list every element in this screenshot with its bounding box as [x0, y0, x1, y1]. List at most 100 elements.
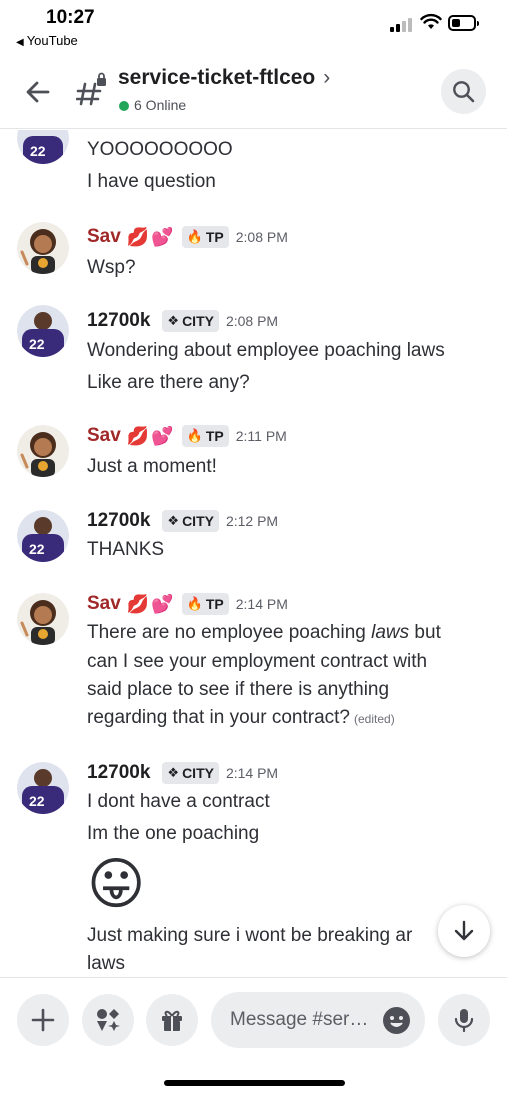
message-text: Just making sure i wont be breaking ar: [87, 925, 413, 946]
diamond-icon: ❖: [167, 765, 180, 780]
message-item: 22 12700k ❖ CITY 2:12 PM THANKS: [0, 508, 507, 578]
message-text: can I see your employment contract with: [87, 651, 428, 672]
message-item: 22 12700k ❖ CITY 2:14 PM I dont have a co…: [0, 760, 507, 976]
diamond-icon: ❖: [167, 313, 180, 328]
avatar[interactable]: [17, 425, 69, 477]
message-text: Wondering about employee poaching laws: [87, 340, 445, 361]
svg-text:22: 22: [29, 541, 45, 557]
search-button[interactable]: [441, 69, 486, 114]
message-header: Sav 💋 💕 🔥 TP 2:11 PM: [87, 425, 287, 447]
role-tag[interactable]: ❖ CITY: [162, 762, 219, 784]
message-header: Sav 💋 💕 🔥 TP 2:14 PM: [87, 593, 288, 615]
apps-icon: [97, 1009, 120, 1031]
svg-text:22: 22: [29, 793, 45, 809]
tag-label: CITY: [182, 313, 214, 329]
kiss-emoji: 💋: [126, 593, 150, 614]
message-text: I dont have a contract: [87, 791, 270, 812]
apps-button[interactable]: [82, 994, 134, 1046]
back-to-app-link[interactable]: ◀ YouTube: [16, 33, 78, 48]
message-item: Sav 💋 💕 🔥 TP 2:11 PM Just a moment!: [0, 423, 507, 493]
home-indicator[interactable]: [164, 1080, 345, 1086]
message-text: YOOOOOOOOO: [87, 139, 233, 160]
tag-label: CITY: [182, 765, 214, 781]
message-text: laws: [87, 953, 126, 974]
message-input[interactable]: [230, 1006, 380, 1034]
avatar[interactable]: 22: [17, 305, 69, 357]
timestamp: 2:14 PM: [225, 765, 279, 781]
battery-icon: [448, 15, 479, 31]
voice-message-button[interactable]: [438, 994, 490, 1046]
fire-icon: 🔥: [186, 229, 203, 244]
emoji-icon[interactable]: [383, 1007, 410, 1034]
author-name[interactable]: Sav: [87, 425, 121, 447]
diamond-icon: ❖: [167, 513, 180, 528]
author-name[interactable]: 12700k: [87, 762, 150, 784]
message-text: Wsp?: [87, 257, 136, 278]
message-item: 22 12700k ❖ CITY 2:08 PM Wondering about …: [0, 305, 507, 405]
online-text: 6 Online: [134, 97, 187, 113]
tag-label: TP: [205, 596, 224, 612]
hearts-emoji: 💕: [151, 226, 174, 247]
message-header: 12700k ❖ CITY 2:12 PM: [87, 510, 278, 532]
author-name[interactable]: Sav: [87, 593, 121, 615]
avatar[interactable]: [17, 593, 69, 645]
channel-title[interactable]: service-ticket-ftlceo ›: [118, 66, 330, 90]
back-arrow-icon[interactable]: [22, 76, 54, 108]
arrow-down-icon: [454, 920, 474, 941]
author-name[interactable]: 12700k: [87, 510, 150, 532]
online-dot-icon: [119, 101, 129, 111]
message-text: Just a moment!: [87, 456, 217, 477]
jump-to-latest-button[interactable]: [438, 905, 490, 957]
message-header: 12700k ❖ CITY 2:14 PM: [87, 762, 278, 784]
role-tag[interactable]: ❖ CITY: [162, 310, 219, 332]
svg-text:22: 22: [29, 336, 45, 352]
avatar[interactable]: 22: [17, 762, 69, 814]
composer-bar: [0, 977, 507, 1057]
timestamp: 2:12 PM: [225, 513, 279, 529]
attach-button[interactable]: [17, 994, 69, 1046]
edited-label: (edited): [354, 712, 395, 726]
message-text: said place to see if there is anything: [87, 679, 390, 700]
message-text: Like are there any?: [87, 372, 250, 393]
channel-name: service-ticket-ftlceo: [118, 66, 316, 89]
tag-label: CITY: [182, 513, 214, 529]
signal-icon: [390, 16, 414, 32]
message-list[interactable]: 22 YOOOOOOOOO I have question Sav 💋 💕 🔥 T…: [0, 130, 507, 976]
role-tag[interactable]: 🔥 TP: [181, 425, 229, 447]
timestamp: 2:11 PM: [235, 428, 287, 444]
kiss-emoji: 💋: [126, 226, 150, 247]
role-tag[interactable]: 🔥 TP: [181, 593, 229, 615]
role-tag[interactable]: ❖ CITY: [162, 510, 219, 532]
message-input-container[interactable]: [211, 992, 425, 1048]
channel-header: service-ticket-ftlceo › 6 Online: [0, 56, 507, 129]
timestamp: 2:08 PM: [235, 229, 288, 245]
gift-icon: [162, 1010, 182, 1031]
hash-lock-icon: [76, 72, 106, 106]
message-text: I have question: [87, 171, 216, 192]
message-text: regarding that in your contract? (edited): [87, 707, 395, 728]
fire-icon: 🔥: [186, 428, 203, 443]
message-text: THANKS: [87, 539, 165, 560]
gift-button[interactable]: [146, 994, 198, 1046]
search-icon: [453, 81, 475, 103]
plus-icon: [31, 1008, 55, 1032]
author-name[interactable]: 12700k: [87, 310, 150, 332]
role-tag[interactable]: 🔥 TP: [181, 226, 229, 248]
status-bar: 10:27 ◀ YouTube: [0, 0, 507, 56]
message-header: 12700k ❖ CITY 2:08 PM: [87, 310, 278, 332]
tag-label: TP: [205, 229, 224, 245]
hearts-emoji: 💕: [151, 593, 174, 614]
italic-text: laws: [371, 622, 410, 643]
svg-text:22: 22: [30, 143, 46, 159]
tag-label: TP: [205, 428, 224, 444]
tongue-emoji: 😛: [87, 852, 146, 915]
chevron-right-icon: ›: [323, 66, 331, 89]
fire-icon: 🔥: [186, 596, 203, 611]
author-name[interactable]: Sav: [87, 226, 121, 248]
avatar[interactable]: 22: [17, 510, 69, 562]
wifi-icon: [420, 13, 442, 29]
message-item: Sav 💋 💕 🔥 TP 2:08 PM Wsp?: [0, 220, 507, 290]
avatar[interactable]: 22: [17, 130, 69, 164]
status-time: 10:27: [46, 7, 95, 28]
avatar[interactable]: [17, 222, 69, 274]
